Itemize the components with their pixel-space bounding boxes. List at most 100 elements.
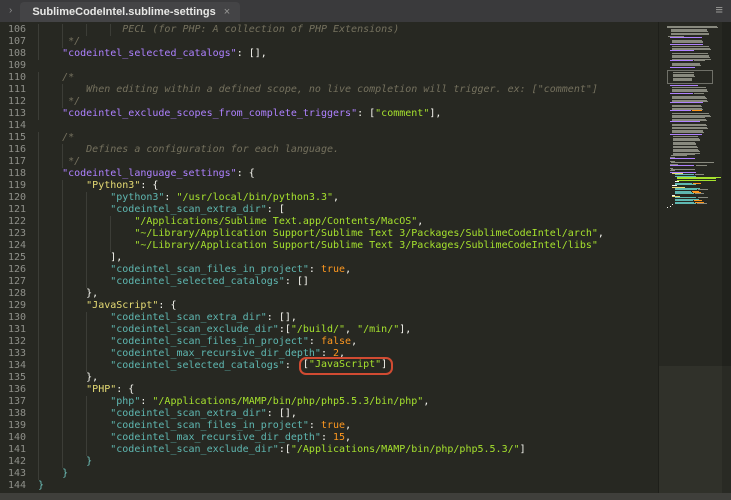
line-number: 129 bbox=[7, 300, 26, 311]
indent-guides bbox=[38, 348, 111, 360]
code-line[interactable]: PECL (for PHP: A collection of PHP Exten… bbox=[38, 24, 658, 36]
code-line[interactable]: "codeintel_selected_catalogs": [], bbox=[38, 48, 658, 60]
code-line[interactable]: When editing within a defined scope, no … bbox=[38, 84, 658, 96]
code-line[interactable]: "codeintel_scan_exclude_dir":["/Applicat… bbox=[38, 444, 658, 456]
code-line[interactable]: "codeintel_scan_exclude_dir":["/build/",… bbox=[38, 324, 658, 336]
code-token: "codeintel_selected_catalogs" bbox=[110, 360, 285, 371]
code-line[interactable]: } bbox=[38, 480, 658, 492]
indent-guides bbox=[38, 300, 87, 312]
code-line[interactable]: "PHP": { bbox=[38, 384, 658, 396]
code-token: : bbox=[320, 432, 333, 443]
line-number: 111 bbox=[7, 84, 26, 95]
code-line[interactable]: "JavaScript": { bbox=[38, 300, 658, 312]
code-line[interactable]: "codeintel_scan_files_in_project": false… bbox=[38, 336, 658, 348]
indent-guides bbox=[38, 360, 111, 372]
code-line[interactable]: "python3": "/usr/local/bin/python3.3", bbox=[38, 192, 658, 204]
line-number: 142 bbox=[7, 456, 26, 467]
scrollbar-track[interactable] bbox=[722, 22, 731, 493]
code-line[interactable]: "codeintel_scan_files_in_project": true, bbox=[38, 420, 658, 432]
code-line[interactable]: */ bbox=[38, 156, 658, 168]
indent-guides bbox=[38, 264, 111, 276]
code-line[interactable]: "~/Library/Application Support/Sublime T… bbox=[38, 240, 658, 252]
code-token: :[ bbox=[278, 444, 291, 455]
code-line[interactable]: "codeintel_scan_extra_dir": [], bbox=[38, 408, 658, 420]
line-number: 122 bbox=[7, 216, 26, 227]
sidebar-toggle-icon[interactable]: › bbox=[0, 0, 20, 22]
line-number: 135 bbox=[7, 372, 26, 383]
code-line[interactable]: */ bbox=[38, 96, 658, 108]
code-line[interactable]: "php": "/Applications/MAMP/bin/php/php5.… bbox=[38, 396, 658, 408]
tab-active[interactable]: SublimeCodeIntel.sublime-settings × bbox=[20, 2, 241, 22]
code-line[interactable]: "codeintel_scan_extra_dir": [], bbox=[38, 312, 658, 324]
code-token: "Python3" bbox=[86, 180, 141, 191]
line-number-gutter: 106 107 108 109 110 111 112 113 114 115 116 117 118 1… bbox=[0, 22, 34, 493]
code-token: "/build/" bbox=[290, 324, 346, 335]
indent-guides bbox=[38, 156, 69, 168]
code-token: "codeintel_language_settings" bbox=[62, 168, 237, 179]
code-token: */ bbox=[68, 156, 81, 167]
code-line[interactable]: ], bbox=[38, 252, 658, 264]
code-line[interactable]: /* bbox=[38, 72, 658, 84]
code-area[interactable]: PECL (for PHP: A collection of PHP Exten… bbox=[34, 22, 658, 493]
code-line[interactable]: "codeintel_exclude_scopes_from_complete_… bbox=[38, 108, 658, 120]
code-line[interactable]: "Python3": { bbox=[38, 180, 658, 192]
code-token: */ bbox=[68, 96, 81, 107]
indent-guides bbox=[38, 276, 111, 288]
line-number: 134 bbox=[7, 360, 26, 371]
code-line[interactable]: } bbox=[38, 468, 658, 480]
indent-guides bbox=[38, 372, 87, 384]
code-line[interactable] bbox=[38, 120, 658, 132]
code-line[interactable]: "codeintel_language_settings": { bbox=[38, 168, 658, 180]
code-token: ] bbox=[381, 359, 388, 370]
line-number: 114 bbox=[7, 120, 26, 131]
code-token: "codeintel_selected_catalogs" bbox=[110, 276, 285, 287]
code-token: "/Applications/MAMP/bin/php/php5.5.3/bin… bbox=[152, 396, 424, 407]
code-line[interactable]: /* bbox=[38, 132, 658, 144]
indent-guides bbox=[38, 336, 111, 348]
tab-overflow-icon[interactable]: ≡ bbox=[711, 0, 727, 20]
code-line[interactable]: "~/Library/Application Support/Sublime T… bbox=[38, 228, 658, 240]
code-token: ], bbox=[110, 252, 123, 263]
code-line[interactable]: Defines a configuration for each languag… bbox=[38, 144, 658, 156]
code-line[interactable]: "codeintel_scan_files_in_project": true, bbox=[38, 264, 658, 276]
minimap-comment-box bbox=[667, 70, 713, 84]
code-line[interactable]: "codeintel_scan_extra_dir": [ bbox=[38, 204, 658, 216]
line-number: 119 bbox=[7, 180, 26, 191]
code-token: "codeintel_scan_extra_dir" bbox=[110, 312, 267, 323]
code-token: } bbox=[86, 456, 93, 467]
line-number: 144 bbox=[7, 480, 26, 491]
line-number: 115 bbox=[7, 132, 26, 143]
code-token: "JavaScript" bbox=[308, 359, 382, 370]
code-token: "/Applications/Sublime Text.app/Contents… bbox=[134, 216, 418, 227]
tab-close-icon[interactable]: × bbox=[224, 6, 230, 18]
line-number: 109 bbox=[7, 60, 26, 71]
minimap[interactable] bbox=[658, 22, 731, 493]
indent-guides bbox=[38, 228, 135, 240]
sublime-text-window: › SublimeCodeIntel.sublime-settings × ≡ … bbox=[0, 0, 731, 500]
code-token: , bbox=[333, 192, 340, 203]
code-line[interactable]: */ bbox=[38, 36, 658, 48]
code-token: : [], bbox=[266, 312, 297, 323]
code-line[interactable]: "codeintel_selected_catalogs": [] bbox=[38, 276, 658, 288]
code-token: , bbox=[345, 420, 352, 431]
code-line[interactable]: "/Applications/Sublime Text.app/Contents… bbox=[38, 216, 658, 228]
code-line[interactable] bbox=[38, 60, 658, 72]
line-number: 116 bbox=[7, 144, 26, 155]
code-token: : { bbox=[236, 168, 255, 179]
code-token: : [], bbox=[236, 48, 267, 59]
code-line[interactable]: "codeintel_selected_catalogs": ["JavaScr… bbox=[38, 357, 658, 375]
code-token: : bbox=[308, 336, 321, 347]
code-token: : bbox=[284, 360, 297, 371]
line-number: 138 bbox=[7, 408, 26, 419]
code-token: : [ bbox=[266, 204, 285, 215]
code-token: "php" bbox=[110, 396, 141, 407]
code-token: "python3" bbox=[110, 192, 165, 203]
line-number: 117 bbox=[7, 156, 26, 167]
indent-guides bbox=[38, 216, 135, 228]
line-number: 127 bbox=[7, 276, 26, 287]
code-line[interactable]: }, bbox=[38, 288, 658, 300]
code-line[interactable]: } bbox=[38, 456, 658, 468]
code-line[interactable]: "codeintel_max_recursive_dir_depth": 15, bbox=[38, 432, 658, 444]
code-token: : [] bbox=[284, 276, 309, 287]
editor-pane: 106 107 108 109 110 111 112 113 114 115 116 117 118 1… bbox=[0, 22, 731, 493]
